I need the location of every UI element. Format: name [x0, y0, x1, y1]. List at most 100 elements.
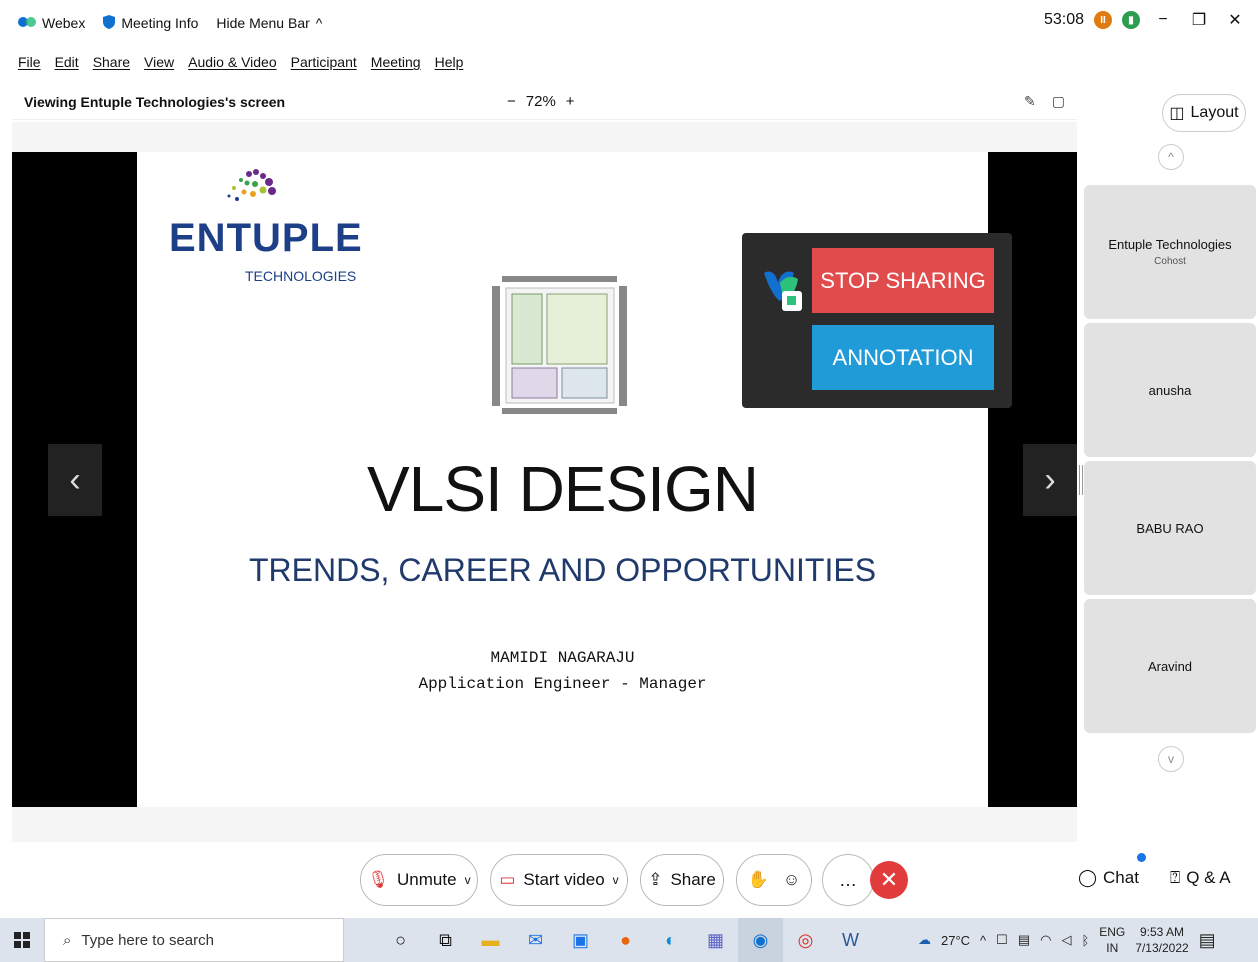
- notifications-icon[interactable]: ▤: [1199, 930, 1216, 951]
- participant-name: Aravind: [1147, 658, 1193, 674]
- chat-button[interactable]: ◯ Chat: [1078, 868, 1139, 888]
- menu-audio-video[interactable]: Audio & Video: [188, 54, 276, 70]
- author-role: Application Engineer - Manager: [418, 675, 707, 693]
- unmute-label: Unmute: [397, 870, 457, 889]
- viewing-bar: Viewing Entuple Technologies's screen − …: [12, 84, 1077, 120]
- shield-icon: [103, 14, 116, 32]
- teams-icon[interactable]: ▦: [693, 918, 738, 962]
- clock-date: 7/13/2022: [1135, 941, 1189, 955]
- next-slide-arrow[interactable]: ›: [1023, 444, 1077, 516]
- file-explorer-icon[interactable]: ▬: [468, 918, 513, 962]
- layout-button[interactable]: ◫ Layout: [1162, 94, 1246, 132]
- author-name: MAMIDI NAGARAJU: [490, 649, 635, 667]
- unmute-button[interactable]: 🎙 Unmute v: [360, 854, 478, 906]
- chevron-down-icon[interactable]: v: [613, 873, 619, 887]
- task-view-icon[interactable]: ⧉: [423, 918, 468, 962]
- zoom-out-button[interactable]: −: [507, 93, 516, 110]
- edge-icon[interactable]: ◐: [648, 918, 693, 962]
- system-tray: ☁ 27°C ^ ☐ ▤ ◠ ◁ ᛒ ENG IN 9:53 AM 7/13/2…: [918, 918, 1216, 962]
- windows-start-button[interactable]: [0, 918, 44, 962]
- webex-app-label[interactable]: Webex: [18, 15, 85, 32]
- chevron-down-icon: v: [1168, 752, 1174, 766]
- more-options-button[interactable]: …: [822, 854, 874, 906]
- cortana-icon[interactable]: ○: [378, 918, 423, 962]
- participant-tile[interactable]: Entuple Technologies Cohost: [1084, 185, 1256, 319]
- menu-share[interactable]: Share: [93, 54, 130, 70]
- menu-edit[interactable]: Edit: [55, 54, 79, 70]
- video-off-icon: ▭: [499, 870, 516, 889]
- layout-icon: ◫: [1169, 105, 1185, 122]
- chevron-right-icon: ›: [1044, 460, 1056, 499]
- raise-hand-icon[interactable]: ✋: [748, 870, 769, 890]
- chevron-down-icon[interactable]: v: [465, 873, 471, 887]
- reactions-icon[interactable]: ☺: [783, 870, 800, 890]
- wifi-icon[interactable]: ◠: [1040, 932, 1051, 948]
- meeting-info-button[interactable]: Meeting Info: [103, 14, 198, 32]
- zoom-control: − 72% +: [507, 93, 575, 110]
- participant-name: BABU RAO: [1136, 520, 1204, 536]
- remote-control-icon[interactable]: ▢: [1052, 93, 1065, 110]
- onedrive-icon[interactable]: ☐: [996, 932, 1008, 948]
- start-video-button[interactable]: ▭ Start video v: [490, 854, 628, 906]
- store-icon[interactable]: ▣: [558, 918, 603, 962]
- hide-menu-bar-button[interactable]: Hide Menu Bar ^: [216, 15, 322, 31]
- scroll-down-button[interactable]: v: [1158, 746, 1184, 772]
- weather-cloud-icon[interactable]: ☁: [918, 932, 931, 948]
- logo-wordmark: ENTUPLE: [169, 216, 363, 260]
- network-icon[interactable]: ▤: [1018, 932, 1030, 948]
- restore-icon[interactable]: ❐: [1186, 10, 1212, 30]
- menu-participant[interactable]: Participant: [291, 54, 357, 70]
- entuple-logo: ENTUPLE TECHNOLOGIES: [169, 166, 362, 284]
- volume-icon[interactable]: ◁: [1061, 932, 1071, 948]
- zoom-in-button[interactable]: +: [566, 93, 575, 110]
- language-code: ENG: [1099, 925, 1126, 939]
- participant-tile[interactable]: Aravind: [1084, 599, 1256, 733]
- slide-subtitle: TRENDS, CAREER AND OPPORTUNITIES: [248, 552, 877, 588]
- webex-taskbar-icon[interactable]: ◉: [738, 918, 783, 962]
- share-button[interactable]: ⇪ Share: [640, 854, 724, 906]
- participant-tile[interactable]: anusha: [1084, 323, 1256, 457]
- previous-slide-arrow[interactable]: ‹: [48, 444, 102, 516]
- menu-file[interactable]: File: [18, 54, 41, 70]
- word-icon[interactable]: W: [828, 918, 873, 962]
- menu-view[interactable]: View: [144, 54, 174, 70]
- menu-meeting[interactable]: Meeting: [371, 54, 421, 70]
- temperature[interactable]: 27°C: [941, 933, 970, 948]
- end-call-button[interactable]: ✕: [870, 861, 908, 899]
- qa-button[interactable]: ⍰ Q & A: [1170, 868, 1231, 888]
- webex-share-icon: [760, 263, 804, 313]
- region-code: IN: [1106, 941, 1119, 955]
- taskbar-search-box[interactable]: ⌕ Type here to search: [44, 918, 344, 962]
- stop-sharing-button[interactable]: STOP SHARING: [812, 248, 994, 313]
- qa-label: Q & A: [1186, 868, 1231, 887]
- participant-tile[interactable]: BABU RAO: [1084, 461, 1256, 595]
- minimize-icon[interactable]: −: [1150, 11, 1176, 29]
- panel-resize-handle[interactable]: [1079, 465, 1083, 495]
- slide-title: VLSI DESIGN: [367, 453, 759, 525]
- meeting-controls: 🎙 Unmute v ▭ Start video v ⇪ Share ✋ ☺ ……: [0, 850, 1258, 912]
- menu-help[interactable]: Help: [435, 54, 464, 70]
- taskbar-clock[interactable]: 9:53 AM 7/13/2022: [1135, 924, 1188, 956]
- firefox-icon[interactable]: ●: [603, 918, 648, 962]
- language-indicator[interactable]: ENG IN: [1099, 924, 1125, 956]
- chevron-up-icon[interactable]: ^: [980, 933, 986, 948]
- pause-indicator-icon[interactable]: II: [1094, 11, 1112, 29]
- viewing-title: Viewing Entuple Technologies's screen: [24, 93, 286, 110]
- search-placeholder: Type here to search: [81, 931, 214, 949]
- chat-bubble-icon: ◯: [1078, 868, 1098, 887]
- bluetooth-icon[interactable]: ᛒ: [1081, 933, 1089, 948]
- windows-taskbar: ⌕ Type here to search ○ ⧉ ▬ ✉ ▣ ● ◐ ▦ ◉ …: [0, 918, 1258, 962]
- chevron-up-icon: ^: [315, 15, 323, 31]
- scroll-up-button[interactable]: ^: [1158, 144, 1184, 170]
- close-icon[interactable]: ✕: [1222, 10, 1248, 30]
- signal-indicator-icon[interactable]: ▮: [1122, 11, 1140, 29]
- chrome-icon[interactable]: ◎: [783, 918, 828, 962]
- clock-time: 9:53 AM: [1139, 925, 1184, 939]
- taskbar-apps: ○ ⧉ ▬ ✉ ▣ ● ◐ ▦ ◉ ◎ W: [378, 918, 873, 962]
- participant-name: anusha: [1148, 382, 1192, 398]
- annotate-pen-icon[interactable]: ✎: [1024, 93, 1036, 110]
- annotation-button[interactable]: ANNOTATION: [812, 325, 994, 390]
- close-icon: ✕: [879, 867, 899, 892]
- mail-icon[interactable]: ✉: [513, 918, 558, 962]
- chat-label: Chat: [1103, 868, 1139, 887]
